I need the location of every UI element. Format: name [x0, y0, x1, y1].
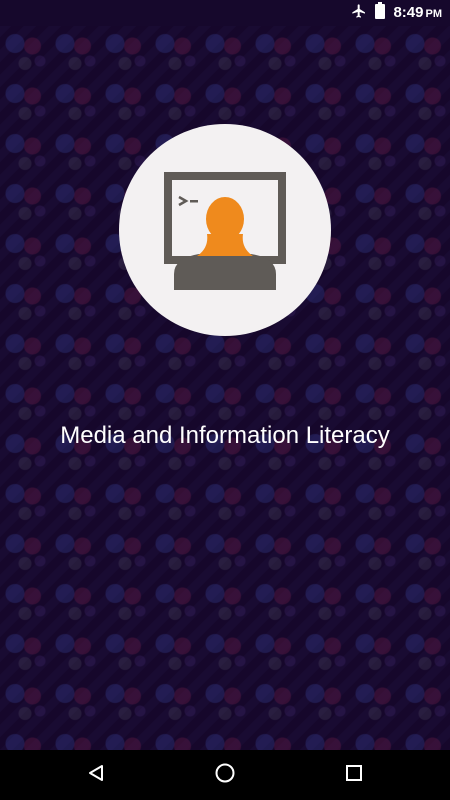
navigation-bar: [0, 750, 450, 800]
status-icons: 8:49 PM: [351, 2, 442, 24]
status-clock: 8:49 PM: [393, 4, 442, 22]
status-bar: 8:49 PM: [0, 0, 450, 26]
airplane-icon: [351, 3, 367, 24]
back-button[interactable]: [66, 750, 126, 800]
home-button[interactable]: [195, 750, 255, 800]
recents-icon: [345, 764, 363, 787]
computer-user-icon: [164, 172, 286, 290]
recents-button[interactable]: [324, 750, 384, 800]
prompt-cursor: [190, 200, 198, 203]
splash-screen: 8:49 PM Media and Information Literacy: [0, 0, 450, 800]
home-icon: [214, 762, 236, 789]
app-title: Media and Information Literacy: [60, 422, 390, 449]
battery-icon: [375, 2, 386, 24]
status-time: 8:49: [393, 4, 424, 21]
status-ampm: PM: [425, 8, 443, 20]
back-icon: [86, 763, 106, 788]
app-logo: [119, 124, 331, 336]
patterned-wallpaper: [0, 0, 450, 800]
person-shoulders: [174, 254, 276, 290]
